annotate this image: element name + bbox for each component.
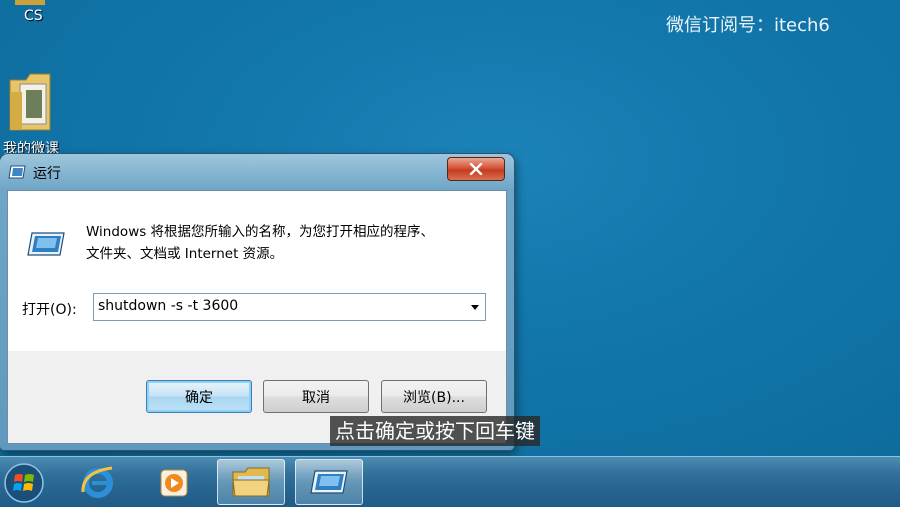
run-title-icon bbox=[8, 165, 26, 179]
ok-button-label: 确定 bbox=[185, 389, 213, 406]
start-orb-icon bbox=[4, 463, 44, 503]
taskbar-ie[interactable] bbox=[64, 459, 132, 505]
run-dialog-icon bbox=[310, 470, 348, 494]
my-microcourse-folder[interactable]: 我的微课 bbox=[0, 70, 70, 157]
taskbar bbox=[0, 456, 900, 507]
command-combobox[interactable]: shutdown -s -t 3600 bbox=[93, 293, 486, 321]
desktop-icon-label: CS bbox=[24, 8, 43, 24]
command-input[interactable]: shutdown -s -t 3600 bbox=[98, 298, 238, 314]
cs-shortcut[interactable]: CS bbox=[10, 0, 54, 30]
cancel-button[interactable]: 取消 bbox=[263, 380, 369, 413]
cancel-button-label: 取消 bbox=[302, 389, 330, 406]
video-subtitle: 点击确定或按下回车键 bbox=[330, 416, 540, 446]
description-line: 文件夹、文档或 Internet 资源。 bbox=[86, 246, 284, 262]
start-button[interactable] bbox=[0, 459, 48, 507]
windows-explorer-icon bbox=[232, 467, 270, 497]
browse-button[interactable]: 浏览(B)... bbox=[381, 380, 487, 413]
internet-explorer-icon bbox=[81, 466, 113, 498]
taskbar-media-player[interactable] bbox=[140, 459, 208, 505]
watermark-text: 微信订阅号：itech6 bbox=[666, 15, 830, 36]
media-player-icon bbox=[160, 469, 188, 497]
dropdown-arrow-icon[interactable] bbox=[471, 305, 479, 310]
run-description: Windows 将根据您所输入的名称，为您打开相应的程序、 文件夹、文档或 In… bbox=[86, 221, 486, 265]
browse-button-label: 浏览(B)... bbox=[403, 389, 465, 406]
description-line: Windows 将根据您所输入的名称，为您打开相应的程序、 bbox=[86, 224, 435, 240]
cs-shortcut-icon bbox=[15, 0, 45, 5]
dialog-title: 运行 bbox=[33, 166, 61, 182]
taskbar-windows-explorer[interactable] bbox=[217, 459, 285, 505]
ok-button[interactable]: 确定 bbox=[146, 380, 252, 413]
close-icon bbox=[469, 163, 483, 175]
run-dialog: 运行 Windows 将根据您所输入的名称，为您打开相应的程序、 文件夹、文档或… bbox=[0, 154, 514, 450]
taskbar-run-dialog[interactable] bbox=[295, 459, 363, 505]
close-button[interactable] bbox=[447, 157, 505, 181]
dialog-body: Windows 将根据您所输入的名称，为您打开相应的程序、 文件夹、文档或 In… bbox=[8, 191, 506, 351]
open-label: 打开(O): bbox=[22, 302, 77, 318]
dialog-content: Windows 将根据您所输入的名称，为您打开相应的程序、 文件夹、文档或 In… bbox=[7, 190, 507, 444]
folder-icon bbox=[9, 73, 51, 131]
run-program-icon bbox=[27, 232, 65, 256]
